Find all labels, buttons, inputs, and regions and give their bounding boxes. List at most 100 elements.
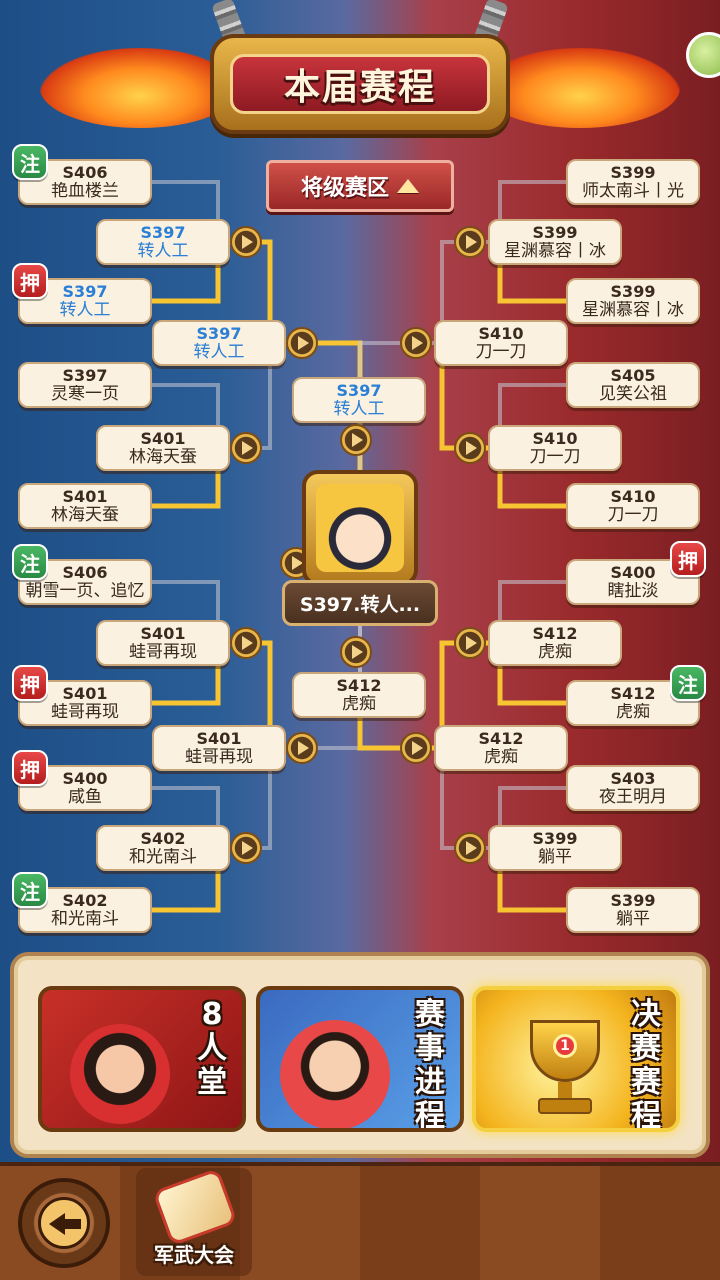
player-name: 蛙哥再现 (51, 703, 119, 722)
match-card-right-r1-3[interactable]: S410 刀一刀 (566, 483, 700, 529)
match-card-right-r1-7[interactable]: S399 躺平 (566, 887, 700, 933)
military-event-label: 军武大会 (154, 1243, 234, 1267)
player-name: 转人工 (137, 242, 189, 261)
match-card-left-r4-0[interactable]: S397 转人工 (292, 377, 426, 423)
play-replay-icon[interactable] (454, 832, 486, 864)
play-replay-icon[interactable] (286, 327, 318, 359)
match-card-left-r2-3[interactable]: S402 和光南斗 (96, 825, 230, 871)
bet-badge[interactable]: 注 (670, 665, 706, 701)
tab-event-progress[interactable]: 赛事进程 (256, 986, 464, 1132)
match-card-left-r2-0[interactable]: S397 转人工 (96, 219, 230, 265)
match-card-right-r2-1[interactable]: S410 刀一刀 (488, 425, 622, 471)
server-label: S410 (532, 429, 578, 448)
player-name: 转人工 (333, 400, 385, 419)
match-card-right-r1-6[interactable]: S403 夜王明月 (566, 765, 700, 811)
match-card-left-r3-1[interactable]: S401 蛙哥再现 (152, 725, 286, 771)
play-replay-icon[interactable] (340, 636, 372, 668)
server-label: S403 (610, 769, 656, 788)
match-card-right-r1-0[interactable]: S399 师太南斗丨光 (566, 159, 700, 205)
play-replay-icon[interactable] (400, 732, 432, 764)
server-label: S397 (62, 282, 108, 301)
server-label: S397 (196, 324, 242, 343)
player-name: 刀一刀 (529, 448, 581, 467)
server-label: S412 (610, 684, 656, 703)
avatar[interactable] (686, 32, 720, 78)
bet-badge[interactable]: 押 (670, 541, 706, 577)
play-replay-icon[interactable] (454, 226, 486, 258)
match-card-right-r3-0[interactable]: S410 刀一刀 (434, 320, 568, 366)
match-card-left-r3-0[interactable]: S397 转人工 (152, 320, 286, 366)
match-card-left-r1-3[interactable]: S401 林海天蚕 (18, 483, 152, 529)
play-replay-icon[interactable] (230, 226, 262, 258)
match-card-right-r4-0[interactable]: S412 虎痴 (292, 672, 426, 718)
tab-event-progress-label: 赛事进程 (415, 997, 445, 1132)
play-replay-icon[interactable] (230, 832, 262, 864)
military-event-button[interactable]: 军武大会 (136, 1167, 252, 1276)
play-replay-icon[interactable] (230, 432, 262, 464)
horn-icon (152, 1167, 238, 1247)
player-name: 和光南斗 (51, 910, 119, 929)
player-name: 咸鱼 (68, 788, 102, 807)
match-card-right-r1-2[interactable]: S405 见笑公祖 (566, 362, 700, 408)
bet-badge[interactable]: 注 (12, 144, 48, 180)
player-name: 虎痴 (538, 643, 572, 662)
server-label: S400 (62, 769, 108, 788)
bet-badge[interactable]: 押 (12, 263, 48, 299)
server-label: S399 (610, 891, 656, 910)
trophy-number: 1 (553, 1034, 577, 1058)
player-name: 转人工 (59, 301, 111, 320)
match-card-right-r3-1[interactable]: S412 虎痴 (434, 725, 568, 771)
play-replay-icon[interactable] (454, 627, 486, 659)
champion-avatar (316, 484, 404, 572)
player-name: 虎痴 (342, 695, 376, 714)
server-label: S412 (478, 729, 524, 748)
match-card-right-r2-3[interactable]: S399 躺平 (488, 825, 622, 871)
match-card-right-r1-1[interactable]: S399 星渊慕容丨冰 (566, 278, 700, 324)
server-label: S399 (610, 163, 656, 182)
play-replay-icon[interactable] (340, 424, 372, 456)
match-card-right-r2-2[interactable]: S412 虎痴 (488, 620, 622, 666)
bet-badge[interactable]: 押 (12, 750, 48, 786)
server-label: S405 (610, 366, 656, 385)
server-label: S397 (62, 366, 108, 385)
play-replay-icon[interactable] (400, 327, 432, 359)
match-card-right-r2-0[interactable]: S399 星渊慕容丨冰 (488, 219, 622, 265)
tab-final-schedule[interactable]: 1 决赛赛程 (472, 986, 680, 1132)
server-label: S406 (62, 563, 108, 582)
tab-hall-of-eight[interactable]: 8人堂 (38, 986, 246, 1132)
bet-badge[interactable]: 押 (12, 665, 48, 701)
match-card-left-r1-2[interactable]: S397 灵寒一页 (18, 362, 152, 408)
general-figure (280, 1020, 390, 1128)
play-replay-icon[interactable] (286, 732, 318, 764)
player-name: 转人工 (193, 343, 245, 362)
bet-badge[interactable]: 注 (12, 872, 48, 908)
play-replay-icon[interactable] (454, 432, 486, 464)
match-card-left-r2-2[interactable]: S401 蛙哥再现 (96, 620, 230, 666)
player-name: 艳血楼兰 (51, 182, 119, 201)
player-name: 瞎扯淡 (607, 582, 659, 601)
division-dropdown[interactable]: 将级赛区 (266, 160, 454, 212)
server-label: S412 (532, 624, 578, 643)
flame-right-decoration (480, 48, 680, 128)
chevron-up-icon (397, 179, 419, 193)
play-replay-icon[interactable] (230, 627, 262, 659)
player-name: 和光南斗 (129, 848, 197, 867)
champion-label: S397.转人... (282, 580, 438, 626)
arrow-left-icon (38, 1197, 90, 1249)
server-label: S401 (140, 624, 186, 643)
tab-final-schedule-label: 决赛赛程 (631, 997, 661, 1132)
player-name: 星渊慕容丨冰 (504, 242, 606, 261)
player-name: 虎痴 (616, 703, 650, 722)
division-label: 将级赛区 (300, 176, 389, 201)
back-button[interactable] (18, 1178, 110, 1268)
title-banner: 本届赛程 (210, 34, 510, 134)
champion-portrait[interactable] (302, 470, 418, 586)
server-label: S401 (62, 684, 108, 703)
player-name: 躺平 (616, 910, 650, 929)
match-card-left-r2-1[interactable]: S401 林海天蚕 (96, 425, 230, 471)
bet-badge[interactable]: 注 (12, 544, 48, 580)
player-name: 虎痴 (484, 748, 518, 767)
server-label: S406 (62, 163, 108, 182)
server-label: S401 (62, 487, 108, 506)
player-name: 林海天蚕 (129, 448, 197, 467)
